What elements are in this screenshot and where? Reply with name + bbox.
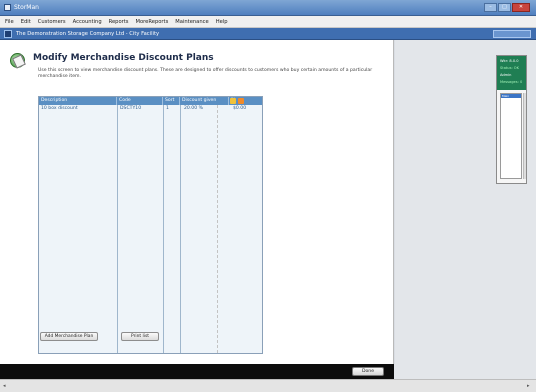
window-controls: – □ ✕ — [484, 3, 530, 12]
add-merchandise-plan-button[interactable]: Add Merchandise Plan — [40, 332, 98, 341]
column-divider — [117, 105, 118, 353]
cell-sort: 1 — [166, 106, 169, 111]
right-pane: Wkr: 8.0.0 Status: OK Admin Messages: 0 … — [395, 40, 536, 364]
bottom-bar: Done — [0, 364, 394, 379]
cell-discount: 20.00 % — [184, 106, 203, 111]
scroll-right-icon[interactable]: ▸ — [527, 383, 533, 389]
menu-file[interactable]: File — [5, 19, 14, 25]
menu-help[interactable]: Help — [216, 19, 228, 25]
widget-line: Status: OK — [500, 66, 519, 70]
column-header-discount[interactable]: Discount given — [180, 97, 229, 105]
maximize-button[interactable]: □ — [498, 3, 511, 12]
window-titlebar: StorMan – □ ✕ — [0, 0, 536, 16]
status-bar: ◂ ▸ — [0, 379, 536, 392]
print-list-button[interactable]: Print list — [121, 332, 159, 341]
minimize-button[interactable]: – — [484, 3, 497, 12]
app-icon — [4, 4, 11, 11]
column-divider — [163, 105, 164, 353]
widget-line: Wkr: 8.0.0 — [500, 59, 519, 63]
main-panel: Modify Merchandise Discount Plans Use th… — [0, 40, 394, 364]
company-bar: The Demonstration Storage Company Ltd - … — [0, 28, 536, 40]
column-divider — [180, 105, 181, 353]
status-widget-header: Wkr: 8.0.0 Status: OK Admin Messages: 0 — [497, 56, 526, 90]
discount-plan-grid[interactable]: Description Code Sort Discount given % 1… — [38, 96, 263, 354]
company-icon — [4, 30, 12, 38]
grid-header: Description Code Sort Discount given % — [39, 97, 262, 105]
cell-description: 10 box discount — [41, 106, 78, 111]
menu-customers[interactable]: Customers — [38, 19, 66, 25]
bottom-right-pane — [394, 364, 536, 379]
user-box[interactable] — [493, 30, 531, 38]
done-button[interactable]: Done — [352, 367, 384, 376]
column-header-sort[interactable]: Sort — [163, 97, 180, 105]
widget-line: Messages: 0 — [500, 80, 523, 84]
column-divider — [217, 105, 218, 353]
widget-list-item[interactable]: Main — [501, 94, 521, 98]
scroll-left-icon[interactable]: ◂ — [3, 383, 9, 389]
status-widget: Wkr: 8.0.0 Status: OK Admin Messages: 0 … — [496, 55, 527, 184]
page-title: Modify Merchandise Discount Plans — [33, 53, 214, 63]
company-name: The Demonstration Storage Company Ltd - … — [16, 31, 160, 37]
menu-edit[interactable]: Edit — [21, 19, 31, 25]
sort-icon[interactable] — [230, 98, 236, 104]
header-icons — [230, 98, 244, 104]
widget-line: Admin — [500, 73, 512, 77]
column-header-description[interactable]: Description — [39, 97, 117, 105]
window-title: StorMan — [14, 4, 39, 11]
menu-bar: File Edit Customers Accounting Reports M… — [0, 16, 536, 28]
cell-code: DSCTY10 — [120, 106, 142, 111]
close-button[interactable]: ✕ — [512, 3, 530, 12]
discount-plan-icon — [10, 53, 25, 68]
widget-list[interactable]: Main — [500, 93, 522, 179]
menu-reports[interactable]: Reports — [109, 19, 129, 25]
menu-morereports[interactable]: MoreReports — [136, 19, 169, 25]
menu-accounting[interactable]: Accounting — [73, 19, 102, 25]
menu-maintenance[interactable]: Maintenance — [175, 19, 208, 25]
widget-scrollbar[interactable] — [523, 93, 526, 179]
page-description: Use this screen to view merchandise disc… — [38, 68, 373, 79]
column-header-code[interactable]: Code — [117, 97, 163, 105]
cell-amount: $0.00 — [233, 106, 247, 111]
filter-icon[interactable] — [238, 98, 244, 104]
